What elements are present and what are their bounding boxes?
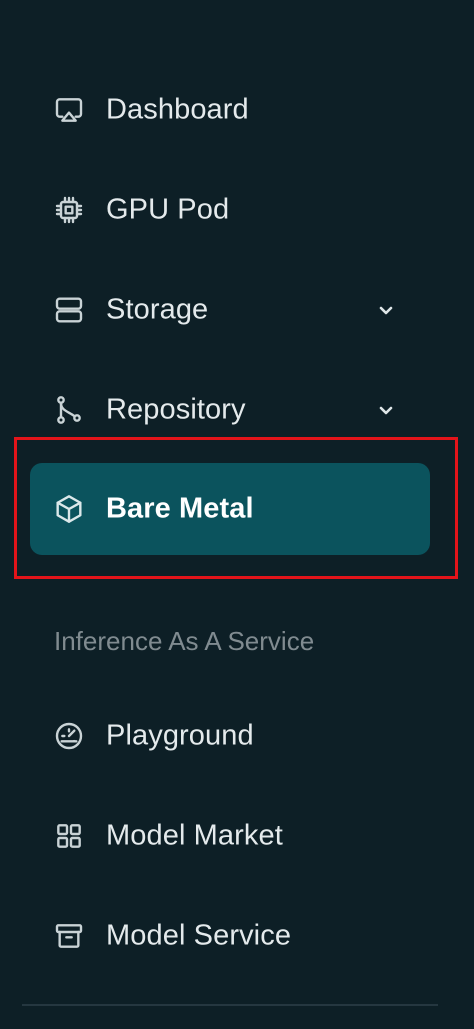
git-branch-icon	[52, 393, 86, 427]
gauge-icon	[52, 719, 86, 753]
sidebar-item-label: Storage	[106, 293, 209, 326]
chevron-down-icon[interactable]	[376, 400, 396, 420]
sidebar-item-label: Dashboard	[106, 93, 249, 126]
monitor-icon	[52, 93, 86, 127]
sidebar-item-playground[interactable]: Playground	[30, 690, 430, 782]
sidebar-item-label: Bare Metal	[106, 492, 254, 525]
sidebar-item-dashboard[interactable]: Dashboard	[30, 64, 430, 156]
sidebar-item-label: Playground	[106, 719, 254, 752]
divider	[22, 1004, 438, 1006]
archive-icon	[52, 919, 86, 953]
cube-icon	[52, 492, 86, 526]
sidebar-item-label: Repository	[106, 393, 246, 426]
section-title: Inference As A Service	[54, 626, 315, 656]
server-icon	[52, 293, 86, 327]
sidebar-item-gpu-pod[interactable]: GPU Pod	[30, 164, 430, 256]
grid-icon	[52, 819, 86, 853]
sidebar-item-model-service[interactable]: Model Service	[30, 890, 430, 982]
sidebar-item-repository[interactable]: Repository	[30, 364, 430, 456]
sidebar: Dashboard GPU Pod Storage Repository Bar…	[0, 0, 474, 1029]
sidebar-item-label: GPU Pod	[106, 193, 230, 226]
sidebar-item-bare-metal[interactable]: Bare Metal	[30, 463, 430, 555]
chevron-down-icon[interactable]	[376, 300, 396, 320]
sidebar-item-storage[interactable]: Storage	[30, 264, 430, 356]
chip-icon	[52, 193, 86, 227]
sidebar-item-model-market[interactable]: Model Market	[30, 790, 430, 882]
sidebar-item-label: Model Market	[106, 819, 283, 852]
sidebar-item-label: Model Service	[106, 919, 292, 952]
